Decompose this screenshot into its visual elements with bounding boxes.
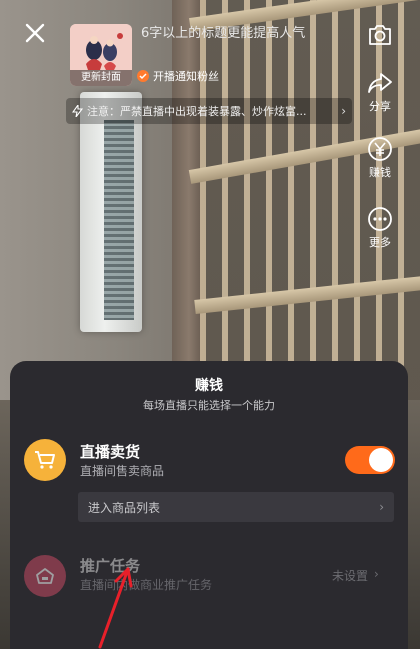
share-button[interactable]: 分享 <box>362 68 398 114</box>
promotion-status-label: 未设置 <box>332 569 369 583</box>
air-conditioner-vent <box>104 120 134 320</box>
close-button[interactable] <box>20 18 50 48</box>
chevron-right-icon: › <box>374 567 379 581</box>
sheet-title: 赚钱 <box>195 378 223 394</box>
update-cover-label: 更新封面 <box>70 70 132 86</box>
cover-thumbnail[interactable]: 更新封面 <box>70 24 132 86</box>
close-icon <box>25 23 45 43</box>
product-list-button[interactable]: 进入商品列表 › <box>78 492 394 522</box>
chevron-right-icon: › <box>341 104 346 118</box>
more-button[interactable]: 更多 <box>362 204 398 250</box>
live-selling-desc: 直播间售卖商品 <box>80 464 165 478</box>
toggle-knob <box>369 448 393 472</box>
live-title-placeholder[interactable]: 6字以上的标题更能提高人气 <box>141 22 305 41</box>
check-icon <box>137 70 149 82</box>
promotion-icon <box>24 555 66 597</box>
chevron-right-icon: › <box>379 500 384 514</box>
notice-banner[interactable]: 注意：严禁直播中出现着装暴露、炒作炫富... › <box>66 98 352 124</box>
sheet-subtitle: 每场直播只能选择一个能力 <box>143 399 275 412</box>
more-label: 更多 <box>369 236 391 249</box>
share-icon <box>365 68 395 98</box>
earn-label: 赚钱 <box>369 166 391 179</box>
shopping-cart-icon <box>24 439 66 481</box>
bamboo-fence <box>200 0 420 400</box>
notice-text: 注意：严禁直播中出现着装暴露、炒作炫富... <box>87 105 307 118</box>
earn-money-sheet: 赚钱 每场直播只能选择一个能力 直播卖货 直播间售卖商品 进入商品列表 › 推广… <box>10 361 408 649</box>
notify-fans-toggle[interactable]: 开播通知粉丝 <box>137 68 219 84</box>
camera-flip-icon <box>365 20 395 50</box>
earn-money-button[interactable]: 赚钱 <box>362 134 398 180</box>
flip-camera-button[interactable] <box>362 20 398 50</box>
annotation-arrow <box>98 567 133 649</box>
share-label: 分享 <box>369 100 391 113</box>
live-selling-title: 直播卖货 <box>80 443 141 461</box>
yen-icon <box>365 134 395 164</box>
more-icon <box>365 204 395 234</box>
live-selling-toggle[interactable] <box>345 446 395 474</box>
product-list-label: 进入商品列表 <box>88 500 161 515</box>
notify-fans-label: 开播通知粉丝 <box>153 70 219 83</box>
lightning-icon <box>72 105 83 117</box>
promotion-status-button[interactable]: 未设置 › <box>332 567 379 584</box>
